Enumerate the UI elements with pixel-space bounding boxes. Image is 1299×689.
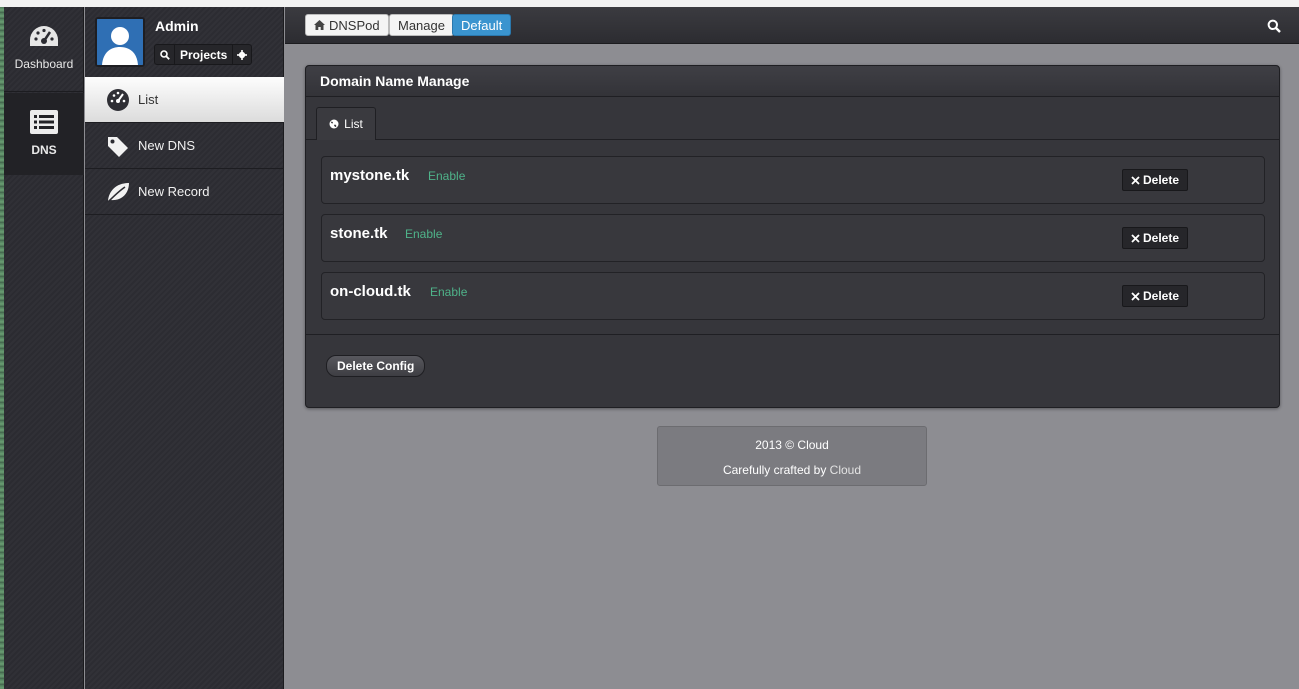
delete-button-label: Delete [1142, 173, 1180, 187]
rail-item-dns[interactable]: DNS [4, 93, 84, 175]
globe-icon [329, 119, 339, 129]
sidebar-item-list[interactable]: List [85, 77, 284, 123]
avatar[interactable] [95, 17, 145, 67]
footer-brand-link[interactable]: Cloud [830, 463, 861, 477]
domain-row: stone.tk Enable Delete [321, 214, 1265, 262]
rail-item-dashboard[interactable]: Dashboard [4, 7, 84, 92]
user-silhouette-icon [97, 19, 143, 65]
profile-block: Admin Projects [85, 7, 284, 77]
close-icon [1131, 233, 1140, 243]
sidebar-item-label: List [138, 92, 159, 107]
breadcrumb-default[interactable]: Default [452, 14, 512, 36]
domain-list: mystone.tk Enable Delete stone.tk Enable… [321, 156, 1265, 330]
close-icon [1131, 291, 1140, 301]
window-top-strip [0, 0, 1299, 7]
projects-button[interactable]: Projects [175, 45, 234, 64]
projects-button-group: Projects [154, 44, 253, 65]
domain-status: Enable [430, 285, 468, 299]
close-icon [1131, 175, 1140, 185]
sidebar-item-label: New Record [138, 184, 210, 199]
breadcrumb-home-label: DNSPod [329, 17, 380, 33]
sidebar-item-new-dns[interactable]: New DNS [85, 123, 284, 169]
panel-tabs: List [306, 97, 1279, 140]
domain-manage-panel: Domain Name Manage List mystone.tk Enabl… [305, 65, 1280, 408]
delete-config-button[interactable]: Delete Config [326, 355, 426, 377]
footer-credit-text: Carefully crafted by [722, 463, 830, 477]
projects-search-button[interactable] [155, 45, 175, 64]
delete-button-label: Delete [1142, 289, 1180, 303]
primary-rail: Dashboard DNS [4, 7, 84, 689]
rail-label-dashboard: Dashboard [14, 57, 74, 71]
home-icon [314, 20, 325, 30]
panel-title: Domain Name Manage [306, 66, 1279, 97]
delete-button[interactable]: Delete [1122, 227, 1188, 249]
domain-row: on-cloud.tk Enable Delete [321, 272, 1265, 320]
breadcrumb-home[interactable]: DNSPod [305, 14, 389, 36]
domain-name[interactable]: mystone.tk [330, 167, 409, 184]
projects-settings-button[interactable] [233, 45, 251, 64]
gauge-icon [107, 88, 129, 111]
gear-icon [237, 49, 248, 60]
search-icon [159, 49, 170, 60]
domain-row: mystone.tk Enable Delete [321, 156, 1265, 204]
search-icon[interactable] [1267, 19, 1281, 33]
domain-status: Enable [405, 227, 443, 241]
sidebar-menu: List New DNS New Record [85, 77, 284, 215]
footer-credit: Carefully crafted by Cloud [658, 463, 926, 477]
leaf-icon [107, 182, 129, 203]
delete-button-label: Delete [1142, 231, 1180, 245]
profile-name: Admin [155, 18, 199, 34]
secondary-sidebar: Admin Projects List New DNS New Record [85, 7, 284, 689]
panel-footer: Delete Config [306, 334, 1279, 408]
delete-button[interactable]: Delete [1122, 169, 1188, 191]
sidebar-item-label: New DNS [138, 138, 196, 153]
tag-icon [108, 136, 128, 157]
delete-button[interactable]: Delete [1122, 285, 1188, 307]
domain-name[interactable]: stone.tk [330, 225, 388, 242]
breadcrumb-manage[interactable]: Manage [389, 14, 454, 36]
domain-status: Enable [428, 169, 466, 183]
page-footer: 2013 © Cloud Carefully crafted by Cloud [657, 426, 927, 486]
rail-label-dns: DNS [31, 143, 57, 157]
sidebar-item-new-record[interactable]: New Record [85, 169, 284, 215]
tab-list-label: List [344, 117, 363, 131]
tab-list[interactable]: List [316, 107, 376, 140]
topbar: DNSPod Manage Default [285, 7, 1299, 44]
footer-copyright: 2013 © Cloud [755, 438, 829, 452]
domain-name[interactable]: on-cloud.tk [330, 283, 411, 300]
dashboard-gauge-icon [30, 26, 58, 46]
list-icon [30, 110, 58, 134]
